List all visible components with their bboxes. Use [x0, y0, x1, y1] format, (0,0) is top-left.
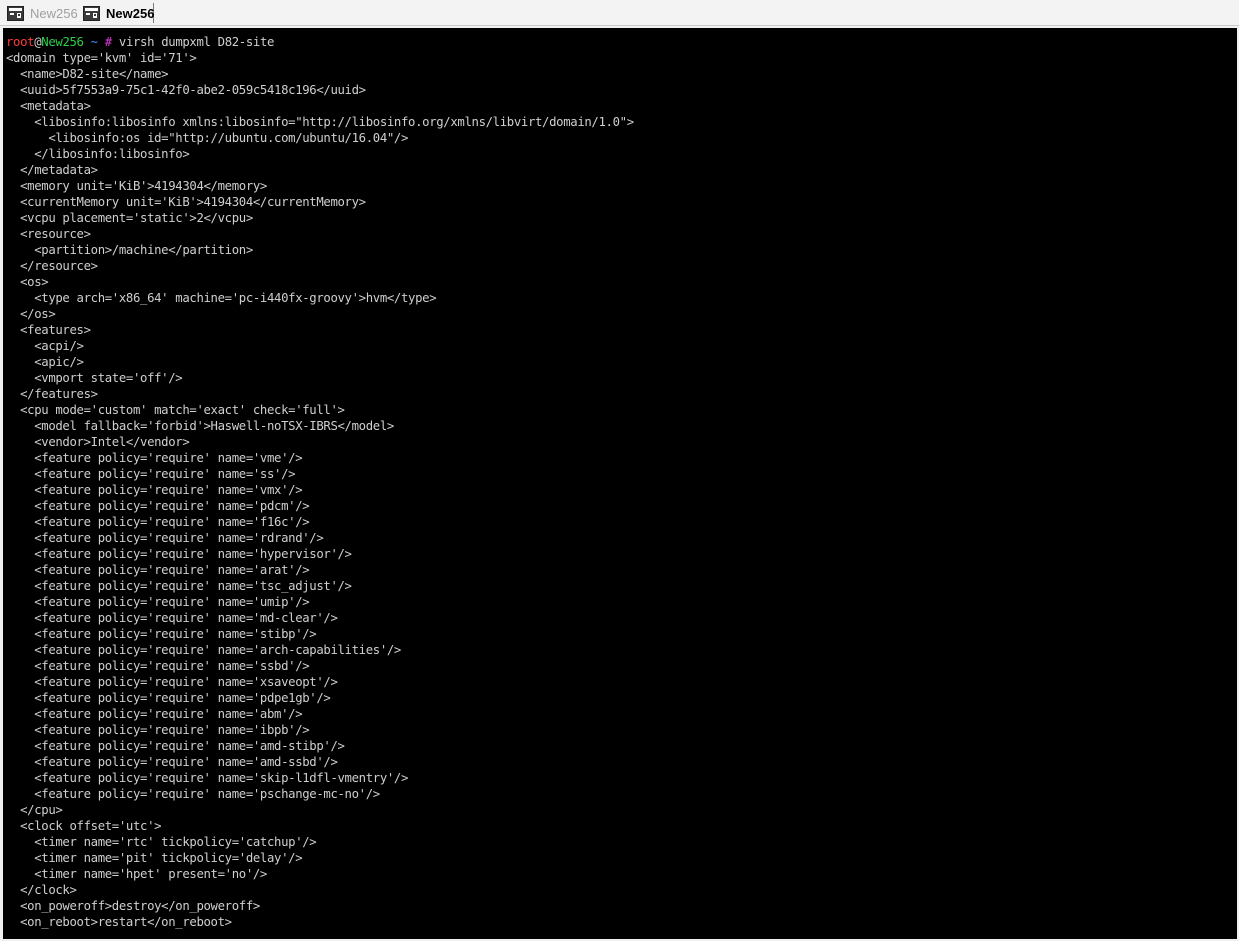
tab-session-1[interactable]: New256 [4, 3, 78, 23]
output-line: <model fallback='forbid'>Haswell-noTSX-I… [6, 419, 394, 433]
output-line: <os> [6, 275, 49, 289]
prompt-user: root [6, 35, 35, 49]
output-line: <timer name='pit' tickpolicy='delay'/> [6, 851, 303, 865]
output-line: <memory unit='KiB'>4194304</memory> [6, 179, 267, 193]
tab-label: New256 [30, 5, 78, 21]
prompt-path: ~ [83, 35, 105, 49]
output-line: <timer name='rtc' tickpolicy='catchup'/> [6, 835, 317, 849]
output-line: <currentMemory unit='KiB'>4194304</curre… [6, 195, 366, 209]
output-line: <feature policy='require' name='vme'/> [6, 451, 303, 465]
output-line: <feature policy='require' name='amd-ssbd… [6, 755, 338, 769]
output-line: </os> [6, 307, 56, 321]
output-line: <on_reboot>restart</on_reboot> [6, 915, 232, 929]
output-line: <vmport state='off'/> [6, 371, 183, 385]
output-line: </clock> [6, 883, 77, 897]
output-line: <vcpu placement='static'>2</vcpu> [6, 211, 253, 225]
output-line: <acpi/> [6, 339, 84, 353]
output-line: </libosinfo:libosinfo> [6, 147, 190, 161]
prompt-host: New256 [41, 35, 84, 49]
output-line: </resource> [6, 259, 98, 273]
output-line: <type arch='x86_64' machine='pc-i440fx-g… [6, 291, 437, 305]
output-line: <libosinfo:libosinfo xmlns:libosinfo="ht… [6, 115, 634, 129]
output-line: <resource> [6, 227, 91, 241]
output-line: <name>D82-site</name> [6, 67, 169, 81]
prompt-symbol: # [104, 35, 112, 49]
output-line: <feature policy='require' name='ssbd'/> [6, 659, 310, 673]
output-line: <feature policy='require' name='ibpb'/> [6, 723, 310, 737]
output-line: <cpu mode='custom' match='exact' check='… [6, 403, 345, 417]
output-line: <apic/> [6, 355, 84, 369]
command-prompt-line: root@New256 ~ # virsh dumpxml D82-site [6, 34, 274, 50]
output-line: <feature policy='require' name='skip-l1d… [6, 771, 409, 785]
output-line: <metadata> [6, 99, 91, 113]
terminal-icon [83, 5, 100, 21]
output-line: <feature policy='require' name='pdcm'/> [6, 499, 310, 513]
tab-bar: New256 New256 [0, 0, 1239, 26]
output-line: <timer name='hpet' present='no'/> [6, 867, 267, 881]
output-line: <feature policy='require' name='f16c'/> [6, 515, 310, 529]
output-line: <clock offset='utc'> [6, 819, 162, 833]
output-line: <feature policy='require' name='umip'/> [6, 595, 310, 609]
output-line: <feature policy='require' name='xsaveopt… [6, 675, 338, 689]
output-line: <vendor>Intel</vendor> [6, 435, 190, 449]
output-line: <feature policy='require' name='tsc_adju… [6, 579, 352, 593]
output-line: <on_poweroff>destroy</on_poweroff> [6, 899, 260, 913]
output-line: <domain type='kvm' id='71'> [6, 51, 197, 65]
output-line: </features> [6, 387, 98, 401]
output-line: <feature policy='require' name='md-clear… [6, 611, 338, 625]
tab-session-2-active[interactable]: New256 [80, 3, 154, 23]
output-line: </metadata> [6, 163, 98, 177]
output-line: <feature policy='require' name='hypervis… [6, 547, 352, 561]
output-line: </cpu> [6, 803, 63, 817]
terminal-icon [7, 5, 24, 21]
output-line: <feature policy='require' name='amd-stib… [6, 739, 345, 753]
output-line: <feature policy='require' name='arat'/> [6, 563, 310, 577]
output-line: <feature policy='require' name='rdrand'/… [6, 531, 324, 545]
output-line: <uuid>5f7553a9-75c1-42f0-abe2-059c5418c1… [6, 83, 366, 97]
output-line: <feature policy='require' name='pdpe1gb'… [6, 691, 331, 705]
output-line: <libosinfo:os id="http://ubuntu.com/ubun… [6, 131, 409, 145]
output-line: <features> [6, 323, 91, 337]
output-line: <feature policy='require' name='arch-cap… [6, 643, 401, 657]
tab-label: New256 [106, 5, 155, 21]
prompt-command: virsh dumpxml D82-site [111, 35, 275, 49]
output-line: <feature policy='require' name='abm'/> [6, 707, 303, 721]
output-line: <feature policy='require' name='pschange… [6, 787, 380, 801]
output-line: <feature policy='require' name='stibp'/> [6, 627, 317, 641]
output-line: <feature policy='require' name='ss'/> [6, 467, 296, 481]
output-line: <partition>/machine</partition> [6, 243, 253, 257]
output-line: <feature policy='require' name='vmx'/> [6, 483, 303, 497]
terminal-output[interactable]: root@New256 ~ # virsh dumpxml D82-site <… [3, 28, 1237, 939]
